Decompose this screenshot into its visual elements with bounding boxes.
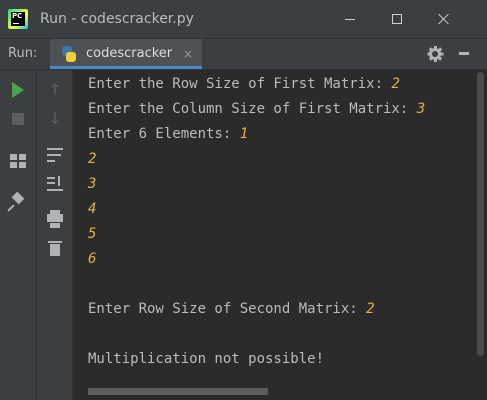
stop-icon bbox=[12, 113, 24, 125]
trash-icon[interactable] bbox=[43, 238, 67, 260]
pin-icon[interactable] bbox=[6, 191, 30, 214]
user-input: 1 bbox=[239, 126, 249, 142]
console-line: 5 bbox=[88, 225, 96, 243]
print-icon[interactable] bbox=[43, 208, 67, 230]
down-arrow-icon[interactable]: ↓ bbox=[43, 108, 67, 130]
vertical-scroll-thumb[interactable] bbox=[477, 72, 484, 356]
close-button[interactable] bbox=[421, 0, 467, 38]
run-tool-window-header: Run: codescracker × bbox=[0, 39, 487, 70]
horizontal-scrollbar[interactable] bbox=[74, 384, 487, 400]
layout-icon[interactable] bbox=[6, 150, 30, 172]
title-bar: PC Run - codescracker.py bbox=[0, 0, 487, 39]
stop-button[interactable] bbox=[6, 108, 30, 130]
maximize-button[interactable] bbox=[374, 0, 420, 38]
console-line: 2 bbox=[88, 150, 96, 168]
user-input: 5 bbox=[88, 226, 97, 242]
scroll-to-end-icon[interactable] bbox=[43, 173, 67, 195]
console-line: Enter the Column Size of First Matrix: 3 bbox=[88, 101, 426, 117]
run-tab-label: codescracker bbox=[86, 46, 173, 61]
user-input: 6 bbox=[88, 251, 97, 267]
user-input: 3 bbox=[88, 176, 97, 192]
pycharm-logo-icon: PC bbox=[8, 9, 28, 29]
rerun-icon bbox=[12, 82, 24, 98]
console-line: Enter 6 Elements: 1 bbox=[88, 126, 249, 142]
console-line: Enter Row Size of Second Matrix: 2 bbox=[88, 301, 375, 317]
console-output[interactable]: Enter the Row Size of First Matrix: 2 En… bbox=[74, 70, 474, 384]
console-line: 4 bbox=[88, 200, 96, 218]
horizontal-scroll-thumb[interactable] bbox=[88, 388, 268, 395]
tab-close-icon[interactable]: × bbox=[183, 47, 193, 61]
soft-wrap-icon[interactable] bbox=[43, 144, 67, 166]
user-input: 2 bbox=[88, 151, 97, 167]
maximize-icon bbox=[392, 14, 402, 24]
run-tab-codescracker[interactable]: codescracker × bbox=[50, 39, 202, 69]
hide-panel-icon[interactable] bbox=[459, 52, 469, 55]
vertical-scrollbar[interactable] bbox=[474, 70, 487, 384]
gear-icon[interactable] bbox=[427, 46, 443, 62]
user-input: 2 bbox=[391, 76, 400, 92]
window-title: Run - codescracker.py bbox=[40, 11, 194, 27]
run-label: Run: bbox=[8, 46, 38, 61]
minimize-icon bbox=[345, 18, 355, 20]
console-line: 6 bbox=[88, 250, 96, 268]
close-icon bbox=[438, 13, 450, 25]
console-line: Enter the Row Size of First Matrix: 2 bbox=[88, 76, 400, 92]
run-toolbar-secondary: ↑ ↓ bbox=[37, 70, 73, 400]
console-line: 3 bbox=[88, 175, 96, 193]
minimize-button[interactable] bbox=[327, 0, 373, 38]
user-input: 3 bbox=[416, 101, 426, 117]
run-toolbar-primary bbox=[0, 70, 37, 400]
python-file-icon bbox=[61, 46, 77, 62]
up-arrow-icon[interactable]: ↑ bbox=[43, 79, 67, 101]
user-input: 4 bbox=[88, 201, 97, 217]
user-input: 2 bbox=[366, 301, 375, 317]
console-line-result: Multiplication not possible! bbox=[88, 351, 325, 367]
rerun-button[interactable] bbox=[6, 79, 30, 101]
